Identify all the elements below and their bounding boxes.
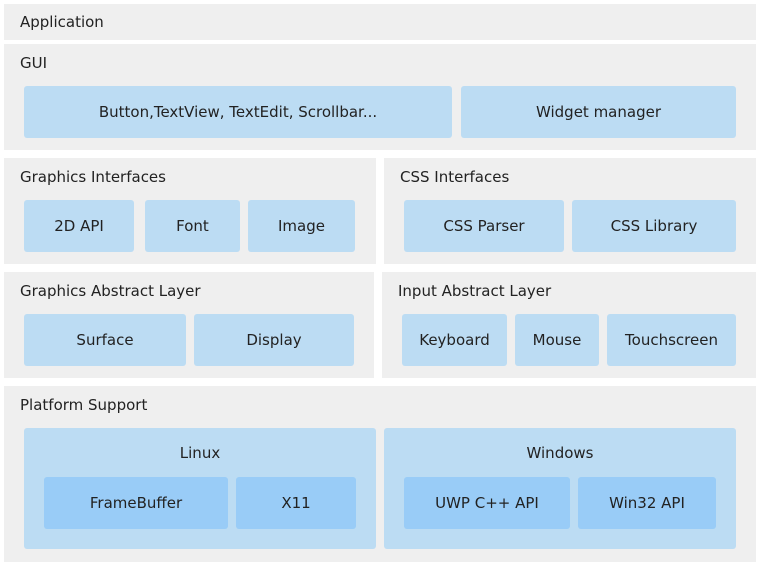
application-title: Application [20, 13, 104, 31]
css-library-box: CSS Library [572, 200, 736, 252]
mouse-box: Mouse [515, 314, 599, 366]
graphics-abstract-title: Graphics Abstract Layer [20, 282, 201, 300]
gui-title: GUI [20, 54, 48, 72]
image-box: Image [248, 200, 355, 252]
css-interfaces-layer: CSS Interfaces CSS Parser CSS Library [384, 158, 756, 264]
widgets-box: Button,TextView, TextEdit, Scrollbar... [24, 86, 452, 138]
x11-box: X11 [236, 477, 356, 529]
platform-support-layer: Platform Support Linux FrameBuffer X11 W… [4, 386, 756, 562]
display-box: Display [194, 314, 354, 366]
application-layer: Application [4, 4, 756, 40]
css-parser-box: CSS Parser [404, 200, 564, 252]
gui-layer: GUI Button,TextView, TextEdit, Scrollbar… [4, 44, 756, 150]
platform-title: Platform Support [20, 396, 148, 414]
keyboard-box: Keyboard [402, 314, 507, 366]
font-box: Font [145, 200, 240, 252]
touchscreen-box: Touchscreen [607, 314, 736, 366]
2d-api-box: 2D API [24, 200, 134, 252]
input-abstract-title: Input Abstract Layer [398, 282, 552, 300]
graphics-interfaces-layer: Graphics Interfaces 2D API Font Image [4, 158, 376, 264]
win32-api-box: Win32 API [578, 477, 716, 529]
graphics-interfaces-title: Graphics Interfaces [20, 168, 166, 186]
graphics-abstract-layer: Graphics Abstract Layer Surface Display [4, 272, 374, 378]
css-interfaces-title: CSS Interfaces [400, 168, 510, 186]
input-abstract-layer: Input Abstract Layer Keyboard Mouse Touc… [382, 272, 756, 378]
linux-title: Linux [179, 444, 221, 462]
framebuffer-box: FrameBuffer [44, 477, 228, 529]
windows-box: Windows UWP C++ API Win32 API [384, 428, 736, 549]
windows-title: Windows [526, 444, 594, 462]
uwp-api-box: UWP C++ API [404, 477, 570, 529]
surface-box: Surface [24, 314, 186, 366]
linux-box: Linux FrameBuffer X11 [24, 428, 376, 549]
widget-manager-box: Widget manager [461, 86, 736, 138]
